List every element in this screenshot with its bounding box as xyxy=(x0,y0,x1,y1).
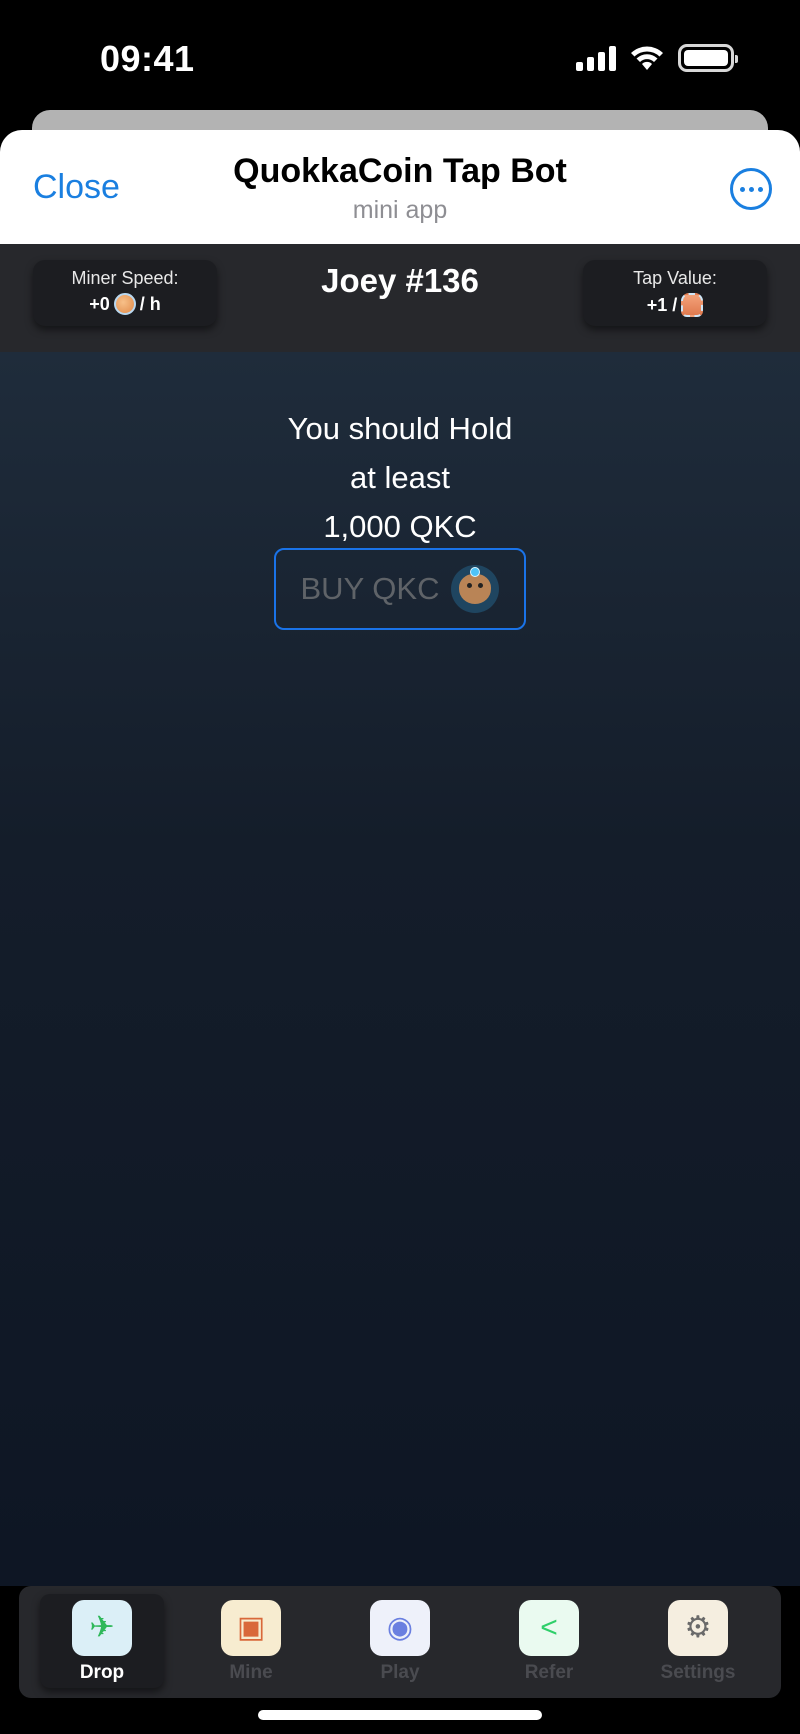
gear-icon: ⚙ xyxy=(668,1600,728,1656)
nav-label-drop: Drop xyxy=(79,1662,125,1683)
miniapp-title: QuokkaCoin Tap Bot xyxy=(233,152,567,190)
tap-value-value: +1 / xyxy=(583,293,767,317)
main-content: You should Hold at least 1,000 QKC BUY Q… xyxy=(0,352,800,1586)
share-icon: < xyxy=(519,1600,579,1656)
hold-requirement-message: You should Hold at least 1,000 QKC xyxy=(0,404,800,551)
buy-qkc-button[interactable]: BUY QKC xyxy=(274,548,526,630)
miniapp-subtitle: mini app xyxy=(352,196,448,224)
buy-qkc-label: BUY QKC xyxy=(300,571,440,606)
nav-item-settings[interactable]: ⚙ Settings xyxy=(636,1594,760,1688)
status-time: 09:41 xyxy=(100,38,195,79)
bottom-nav: ✈ Drop ▣ Mine ◉ Play < Refer ⚙ Settings xyxy=(19,1586,781,1698)
tap-value-prefix: +1 / xyxy=(646,294,678,315)
tap-hand-icon xyxy=(681,293,704,317)
hold-line-2: at least xyxy=(350,460,450,495)
quokka-coin-icon xyxy=(451,565,500,613)
helicopter-icon: ✈ xyxy=(72,1600,132,1656)
hold-line-3: 1,000 QKC xyxy=(323,509,477,544)
status-icons xyxy=(576,44,738,72)
more-options-icon[interactable] xyxy=(730,168,772,210)
gamepad-icon: ◉ xyxy=(370,1600,430,1656)
nav-item-drop[interactable]: ✈ Drop xyxy=(40,1594,164,1688)
nav-item-play[interactable]: ◉ Play xyxy=(338,1594,462,1688)
wifi-icon xyxy=(631,46,663,70)
tap-value-label: Tap Value: xyxy=(633,268,717,288)
mine-cart-icon: ▣ xyxy=(221,1600,281,1656)
nav-item-refer[interactable]: < Refer xyxy=(487,1594,611,1688)
miniapp-header: Close QuokkaCoin Tap Bot mini app xyxy=(0,130,800,244)
nav-label-refer: Refer xyxy=(524,1662,574,1683)
nav-label-play: Play xyxy=(380,1662,420,1683)
cellular-signal-icon xyxy=(576,45,616,71)
nav-item-mine[interactable]: ▣ Mine xyxy=(189,1594,313,1688)
app-top-bar: Miner Speed: +0 / h Joey #136 Tap Value:… xyxy=(0,244,800,352)
status-bar: 09:41 xyxy=(0,0,800,112)
nav-label-settings: Settings xyxy=(660,1662,736,1683)
home-indicator[interactable] xyxy=(258,1710,542,1720)
hold-line-1: You should Hold xyxy=(287,411,513,446)
nav-label-mine: Mine xyxy=(229,1662,273,1683)
tap-value-card: Tap Value: +1 / xyxy=(583,260,767,326)
battery-icon xyxy=(678,44,738,72)
